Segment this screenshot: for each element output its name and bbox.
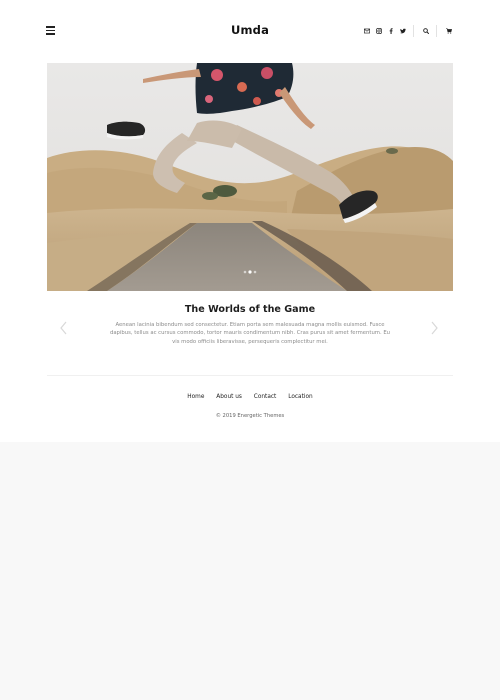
footer-nav: Home About us Contact Location bbox=[0, 394, 500, 400]
site-header: Umda bbox=[0, 0, 500, 62]
search-icon[interactable] bbox=[420, 25, 431, 37]
hero-slider-image[interactable] bbox=[47, 63, 453, 291]
page-container: Umda The Worlds of the Game Aenean lacin… bbox=[0, 0, 500, 442]
facebook-icon[interactable] bbox=[385, 25, 396, 37]
slide-caption: The Worlds of the Game Aenean lacinia bi… bbox=[47, 291, 453, 375]
header-icons bbox=[360, 24, 454, 38]
man-jumping-on-country-road-photo bbox=[47, 63, 453, 291]
footer-link-contact[interactable]: Contact bbox=[254, 394, 277, 400]
header-divider bbox=[413, 25, 414, 37]
footer-link-about[interactable]: About us bbox=[216, 394, 242, 400]
instagram-icon[interactable] bbox=[373, 25, 384, 37]
twitter-icon[interactable] bbox=[397, 25, 408, 37]
copyright-text: © 2019 Energetic Themes bbox=[215, 413, 285, 419]
header-divider bbox=[436, 25, 437, 37]
cart-icon[interactable] bbox=[443, 25, 454, 37]
prev-slide-arrow-icon[interactable] bbox=[59, 320, 69, 335]
footer-link-location[interactable]: Location bbox=[288, 394, 313, 400]
slide-title: The Worlds of the Game bbox=[184, 304, 316, 315]
next-slide-arrow-icon[interactable] bbox=[429, 320, 439, 335]
footer-link-home[interactable]: Home bbox=[187, 394, 204, 400]
footer-divider bbox=[47, 375, 453, 376]
slide-description: Aenean lacinia bibendum sed consectetur.… bbox=[109, 322, 391, 345]
envelope-icon[interactable] bbox=[361, 25, 372, 37]
